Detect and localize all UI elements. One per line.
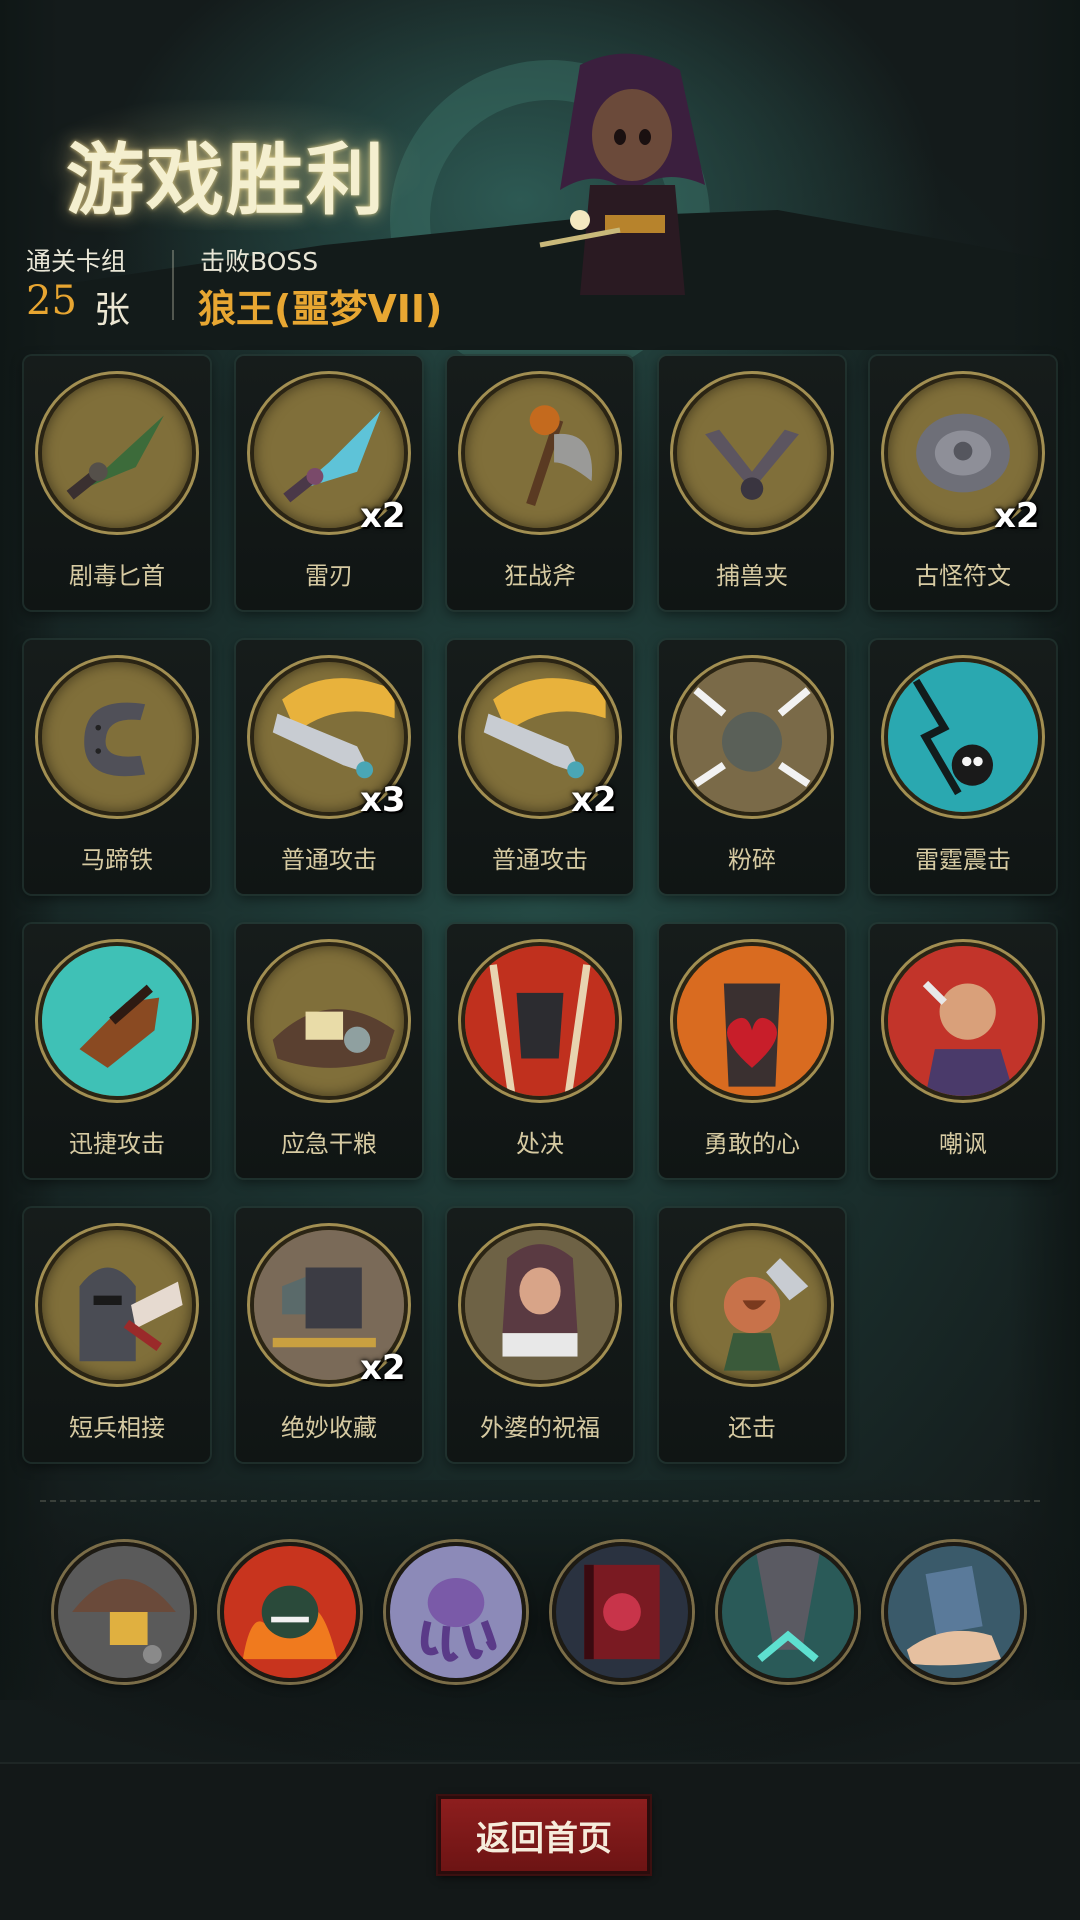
return-home-button[interactable]: 返回首页 <box>438 1796 650 1874</box>
horseshoe-icon <box>38 658 196 816</box>
card-count: x2 <box>994 496 1040 536</box>
card-name: 粉碎 <box>728 846 776 874</box>
card-count: x3 <box>360 780 406 820</box>
hand-card-icon[interactable] <box>884 1542 1024 1682</box>
card-item[interactable]: 剧毒匕首 <box>24 356 210 610</box>
bear-trap-icon <box>673 374 831 532</box>
card-item[interactable]: 雷霆震击 <box>870 640 1056 894</box>
card-name: 勇敢的心 <box>704 1130 800 1158</box>
swift-attack-icon <box>38 942 196 1100</box>
card-item[interactable]: x3 普通攻击 <box>236 640 422 894</box>
cards-unit: 张 <box>94 290 131 331</box>
card-item[interactable]: 狂战斧 <box>447 356 633 610</box>
stone-pillar-icon[interactable] <box>718 1542 858 1682</box>
card-count: x2 <box>360 496 406 536</box>
purple-octopus-icon[interactable] <box>386 1542 526 1682</box>
card-item[interactable]: 勇敢的心 <box>659 924 845 1178</box>
card-item[interactable]: 外婆的祝福 <box>447 1208 633 1462</box>
taunt-icon <box>884 942 1042 1100</box>
card-count: x2 <box>360 1348 406 1388</box>
card-name: 普通攻击 <box>281 846 377 874</box>
counterattack-icon <box>673 1226 831 1384</box>
card-name: 还击 <box>728 1414 776 1442</box>
card-item[interactable]: 嘲讽 <box>870 924 1056 1178</box>
card-item[interactable]: 短兵相接 <box>24 1208 210 1462</box>
card-item[interactable]: x2 普通攻击 <box>447 640 633 894</box>
berserker-axe-icon <box>461 374 619 532</box>
separator <box>40 1500 1040 1502</box>
boss-name: 狼王(噩梦VII) <box>198 287 443 331</box>
card-name: 雷刃 <box>305 562 353 590</box>
brave-heart-icon <box>673 942 831 1100</box>
card-name: 处决 <box>516 1130 564 1158</box>
rations-icon <box>250 942 408 1100</box>
card-item[interactable]: 迅捷攻击 <box>24 924 210 1178</box>
page-title: 游戏胜利 <box>66 136 387 226</box>
card-item[interactable]: 还击 <box>659 1208 845 1462</box>
card-name: 捕兽夹 <box>716 562 788 590</box>
execute-icon <box>461 942 619 1100</box>
red-book-icon[interactable] <box>552 1542 692 1682</box>
smash-icon <box>673 658 831 816</box>
stat-divider <box>172 250 174 320</box>
card-name: 古怪符文 <box>915 562 1011 590</box>
card-name: 绝妙收藏 <box>281 1414 377 1442</box>
card-item[interactable]: 应急干粮 <box>236 924 422 1178</box>
card-item[interactable]: 马蹄铁 <box>24 640 210 894</box>
mushroom-cheese-icon[interactable] <box>54 1542 194 1682</box>
card-name: 普通攻击 <box>492 846 588 874</box>
card-name: 嘲讽 <box>939 1130 987 1158</box>
card-item[interactable]: x2 雷刃 <box>236 356 422 610</box>
hero-character <box>510 45 750 315</box>
card-item[interactable]: 捕兽夹 <box>659 356 845 610</box>
grandma-blessing-icon <box>461 1226 619 1384</box>
poison-dagger-icon <box>38 374 196 532</box>
card-item[interactable]: 处决 <box>447 924 633 1178</box>
thunder-strike-icon <box>884 658 1042 816</box>
card-name: 马蹄铁 <box>81 846 153 874</box>
card-name: 迅捷攻击 <box>69 1130 165 1158</box>
card-item[interactable]: x2 古怪符文 <box>870 356 1056 610</box>
card-name: 雷霆震击 <box>915 846 1011 874</box>
fire-demon-icon[interactable] <box>220 1542 360 1682</box>
cards-label: 通关卡组 <box>26 247 127 276</box>
card-name: 外婆的祝福 <box>480 1414 600 1442</box>
card-name: 应急干粮 <box>281 1130 377 1158</box>
card-name: 狂战斧 <box>504 562 576 590</box>
card-item[interactable]: x2 绝妙收藏 <box>236 1208 422 1462</box>
cards-count: 25 <box>26 278 77 324</box>
card-name: 短兵相接 <box>69 1414 165 1442</box>
card-name: 剧毒匕首 <box>69 562 165 590</box>
boss-label: 击败BOSS <box>200 247 319 276</box>
card-count: x2 <box>571 780 617 820</box>
card-item[interactable]: 粉碎 <box>659 640 845 894</box>
close-combat-icon <box>38 1226 196 1384</box>
